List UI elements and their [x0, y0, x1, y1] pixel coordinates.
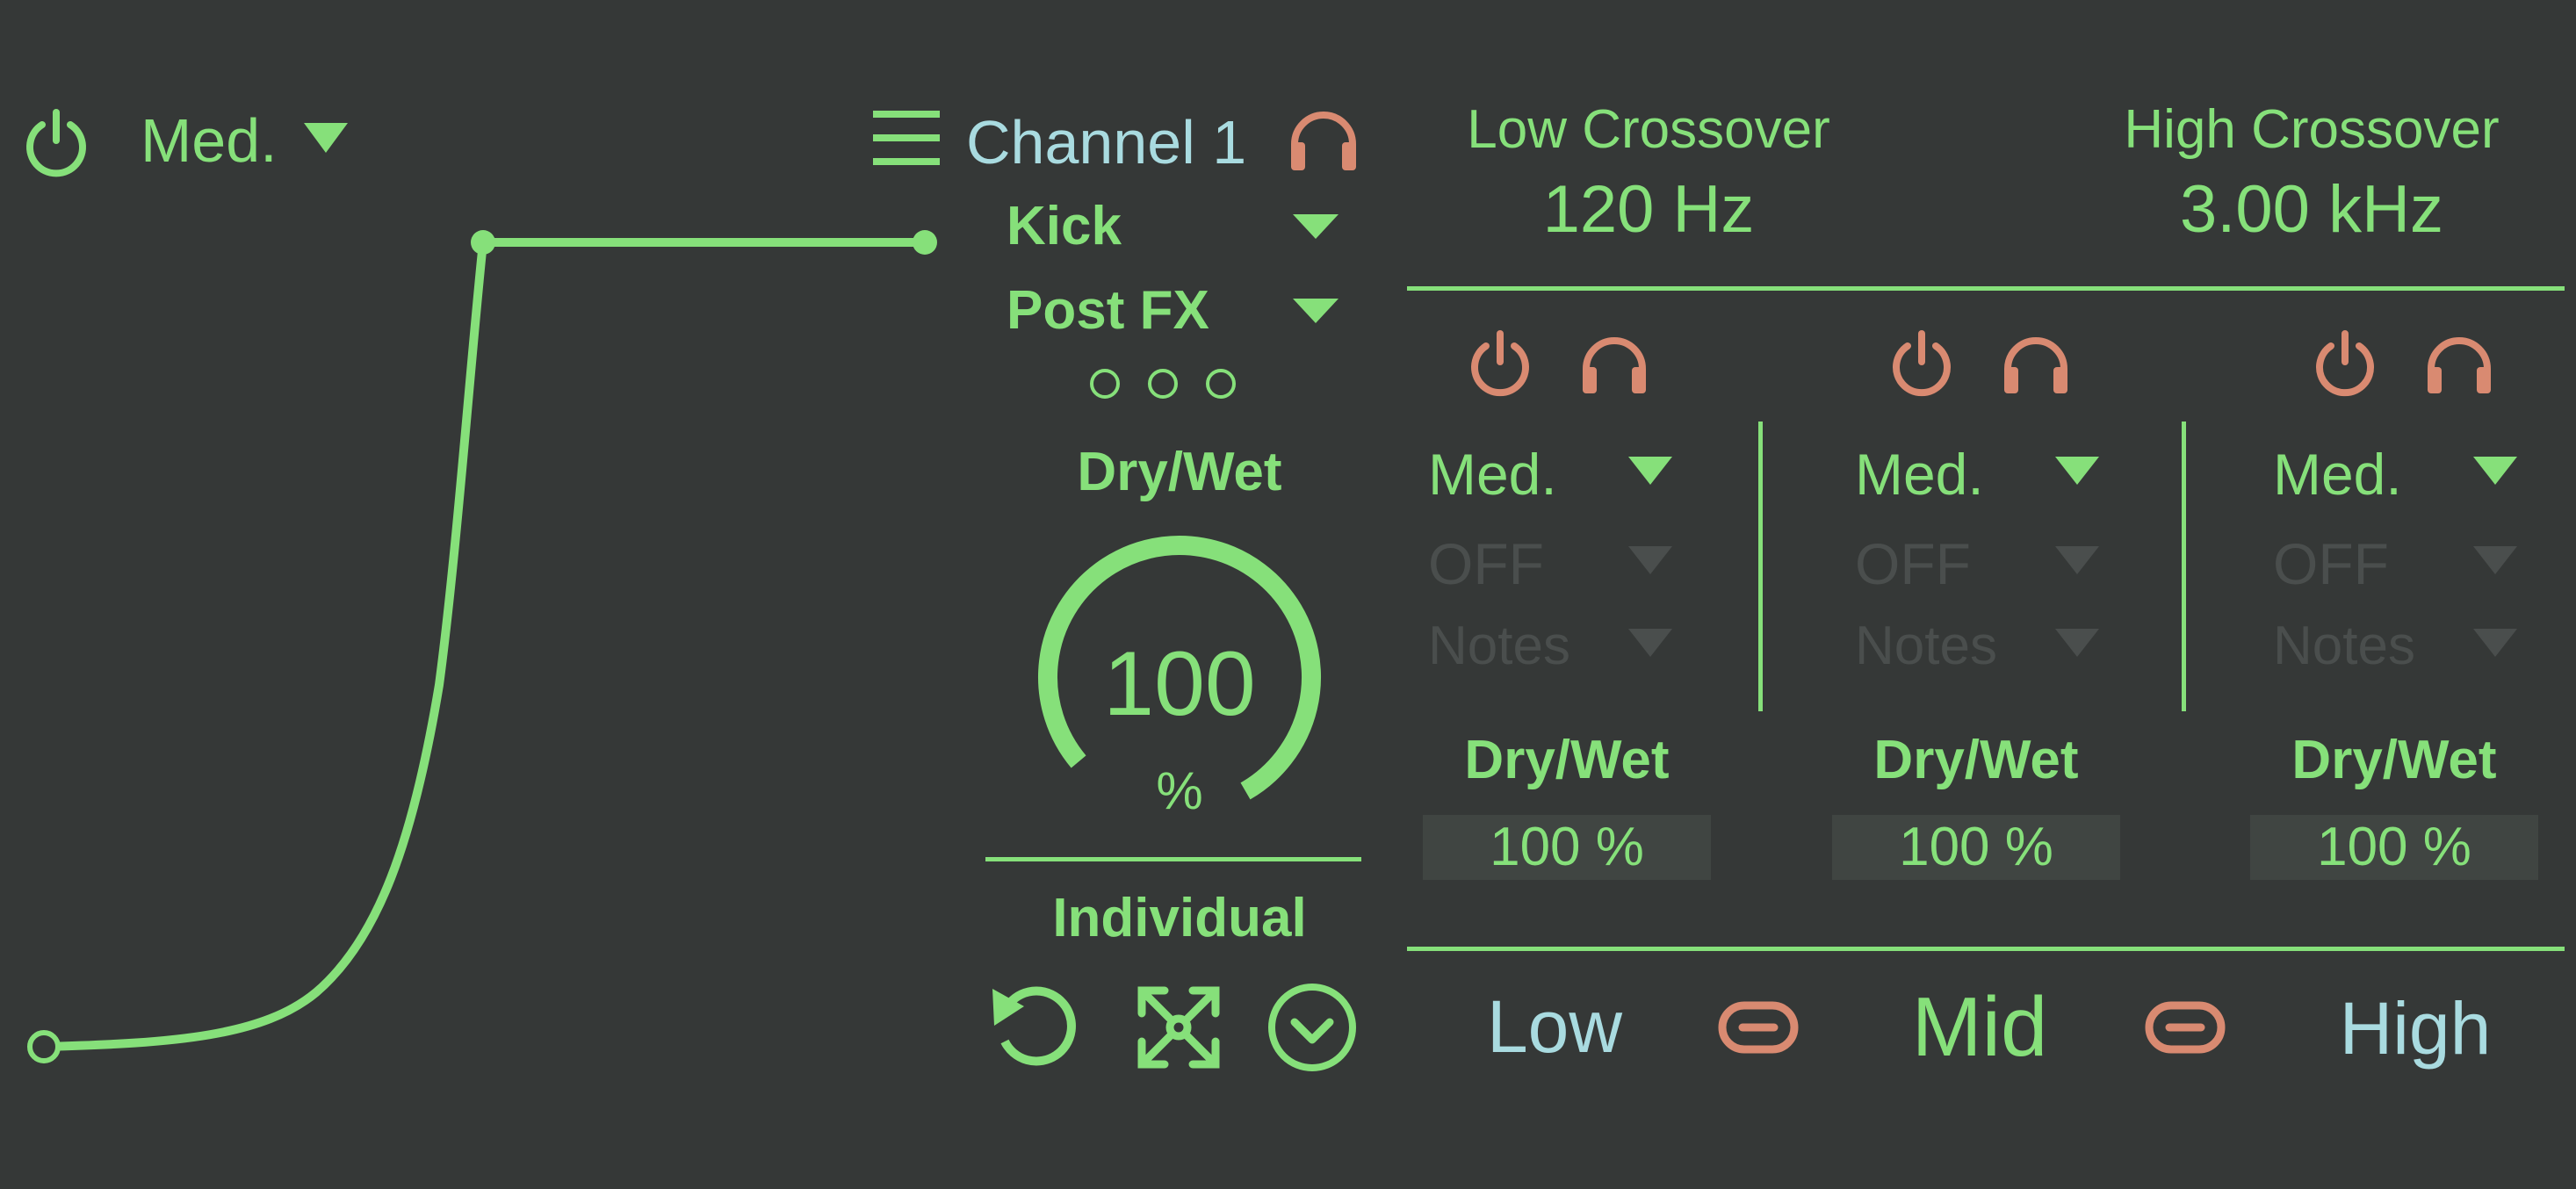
band-drywet-value[interactable]: 100 % — [1832, 815, 2120, 880]
band-name-high[interactable]: High — [2284, 987, 2547, 1070]
band-name-low[interactable]: Low — [1423, 985, 1686, 1068]
band-mode-dropdown[interactable]: Med. — [1428, 441, 1557, 508]
band-off-dropdown[interactable]: OFF — [2273, 530, 2389, 597]
drywet-knob-value: 100 — [1103, 633, 1256, 735]
band-drywet-label: Dry/Wet — [1464, 730, 1670, 790]
band-divider-1 — [1758, 422, 1763, 711]
triangle-down-icon[interactable] — [2055, 457, 2099, 486]
band-notes-dropdown[interactable]: Notes — [2273, 615, 2415, 678]
band-drywet-label: Dry/Wet — [1873, 730, 2079, 790]
channel-title[interactable]: Channel 1 — [966, 107, 1246, 177]
high-crossover-label: High Crossover — [2124, 99, 2500, 160]
band-name-mid[interactable]: Mid — [1848, 982, 2111, 1073]
headphones-icon[interactable] — [1579, 334, 1649, 395]
curve-point-start — [27, 1030, 61, 1063]
power-icon[interactable] — [1890, 328, 1953, 397]
band-mode-dropdown[interactable]: Med. — [1855, 441, 1984, 508]
headphones-icon[interactable] — [2001, 334, 2071, 395]
triangle-down-icon[interactable] — [2473, 629, 2517, 659]
hamburger-menu-icon[interactable] — [873, 109, 940, 167]
power-icon[interactable] — [2313, 328, 2377, 397]
low-crossover-value[interactable]: 120 Hz — [1405, 172, 1892, 248]
band-off-dropdown[interactable]: OFF — [1428, 530, 1544, 597]
tap-dropdown-label[interactable]: Post FX — [1007, 279, 1209, 342]
band-drywet-label: Dry/Wet — [2291, 730, 2497, 790]
source-dropdown-label[interactable]: Kick — [1007, 195, 1122, 258]
reset-icon[interactable] — [989, 980, 1087, 1075]
triangle-down-icon[interactable] — [2473, 457, 2517, 486]
triangle-down-icon[interactable] — [2055, 629, 2099, 659]
drywet-label: Dry/Wet — [1077, 442, 1282, 502]
bands-divider — [1407, 947, 2565, 951]
band-notes-dropdown[interactable]: Notes — [1855, 615, 1997, 678]
headphones-icon[interactable] — [1288, 109, 1360, 172]
triangle-down-icon[interactable] — [2055, 546, 2099, 576]
check-circle-icon[interactable] — [1266, 982, 1358, 1073]
link-icon[interactable] — [1718, 1001, 1799, 1054]
triangle-down-icon[interactable] — [1628, 457, 1672, 486]
curve-point-end — [913, 230, 937, 255]
expand-icon[interactable] — [1135, 984, 1223, 1071]
curve-editor[interactable] — [0, 0, 966, 1189]
band-divider-2 — [2182, 422, 2186, 711]
tap-dropdown-triangle-icon[interactable] — [1293, 299, 1339, 325]
band-drywet-value[interactable]: 100 % — [2250, 815, 2538, 880]
triangle-down-icon[interactable] — [1628, 546, 1672, 576]
triangle-down-icon[interactable] — [2473, 546, 2517, 576]
curve-line — [40, 238, 929, 1051]
crossover-divider — [1407, 286, 2565, 291]
more-options-icon[interactable] — [1089, 367, 1240, 400]
band-mode-dropdown[interactable]: Med. — [2273, 441, 2402, 508]
link-icon[interactable] — [2145, 1001, 2226, 1054]
drywet-knob-unit: % — [1156, 761, 1203, 820]
band-off-dropdown[interactable]: OFF — [1855, 530, 1971, 597]
headphones-icon[interactable] — [2424, 334, 2494, 395]
power-icon[interactable] — [1468, 328, 1532, 397]
high-crossover-value[interactable]: 3.00 kHz — [2055, 172, 2568, 248]
band-notes-dropdown[interactable]: Notes — [1428, 615, 1570, 678]
mode-label[interactable]: Individual — [985, 887, 1374, 950]
curve-point-knee — [471, 230, 495, 255]
source-dropdown-triangle-icon[interactable] — [1293, 214, 1339, 241]
low-crossover-label: Low Crossover — [1467, 99, 1830, 160]
triangle-down-icon[interactable] — [1628, 629, 1672, 659]
band-drywet-value[interactable]: 100 % — [1423, 815, 1711, 880]
channel-divider — [985, 857, 1361, 861]
